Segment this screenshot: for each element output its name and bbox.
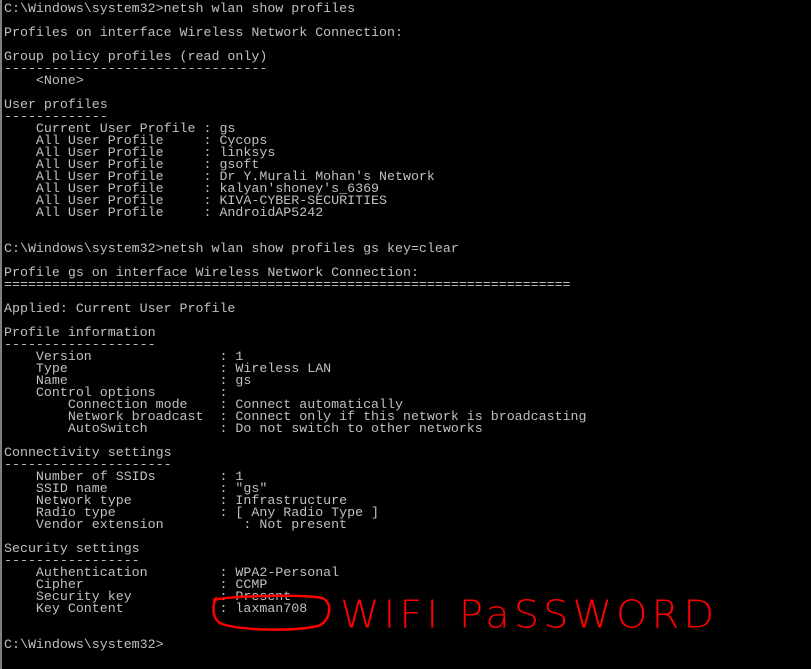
console-line: C:\Windows\system32>netsh wlan show prof… (4, 241, 459, 256)
console-line: --------------------------------- (4, 61, 268, 76)
console-line: Applied: Current User Profile (4, 301, 236, 316)
console-line: All User Profile : AndroidAP5242 (4, 205, 324, 220)
console-line: AutoSwitch : Do not switch to other netw… (4, 421, 483, 436)
console-line: Profiles on interface Wireless Network C… (4, 25, 403, 40)
console-line: C:\Windows\system32>netsh wlan show prof… (4, 1, 356, 16)
wifi-password-annotation: WIFI PaSSWORD (340, 593, 719, 637)
console-output: C:\Windows\system32>netsh wlan show prof… (4, 1, 587, 652)
console-line: C:\Windows\system32> (4, 637, 164, 652)
console-line: Vendor extension : Not present (4, 517, 348, 532)
console-line: <None> (4, 73, 84, 88)
command-prompt-window[interactable]: C:\Windows\system32>netsh wlan show prof… (0, 0, 811, 669)
console-line: ========================================… (4, 277, 571, 292)
